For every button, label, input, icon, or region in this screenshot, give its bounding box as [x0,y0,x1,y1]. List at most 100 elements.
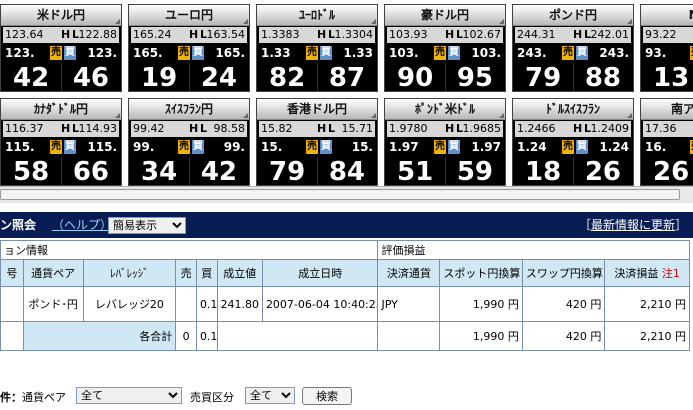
refresh-link[interactable]: 最新情報に更新 [591,218,675,232]
sell-button[interactable]: 売 [434,140,446,154]
rate-tile[interactable]: 豪ドル円 103.93 H L 102.67 103. 売買 103. 90 95 [384,4,506,92]
rate-tile[interactable]: 米ドル円 123.64 H L 122.88 123. 売買 123. 42 46 [0,4,122,92]
ask-pips[interactable]: 95 [457,63,493,91]
high-label: H [573,28,583,41]
sell-button[interactable]: 売 [306,140,318,154]
ask-pips[interactable]: 88 [585,63,621,91]
ask-pips[interactable]: 59 [457,157,493,185]
buy-button[interactable]: 買 [448,140,460,154]
sell-button[interactable]: 売 [562,46,574,60]
sell-button[interactable]: 売 [50,140,62,154]
rate-tile[interactable]: 香港ドル円 15.82 H L 15.71 15. 売買 15. 79 84 [256,98,378,186]
buy-button[interactable]: 買 [192,46,204,60]
sell-button[interactable]: 売 [178,140,190,154]
help-link[interactable]: （ヘルプ） [52,212,112,238]
bid-pips[interactable]: 58 [13,157,49,185]
cell-pl: 2,210 円 [604,286,690,322]
bid-pips[interactable]: 13 [653,63,689,91]
tile-title[interactable]: ﾎﾟﾝﾄﾞ米ﾄﾞﾙ [385,99,505,120]
ask-pips[interactable]: 87 [329,63,365,91]
rate-tile[interactable]: NZﾄ 93.22HL 93.売買 13 [640,4,693,92]
tile-title[interactable]: ｶﾅﾀﾞﾄﾞﾙ円 [1,99,121,120]
high-low-row: 116.37 H L 114.93 [3,121,119,137]
tile-title[interactable]: ポンド円 [513,5,633,26]
col-currency: 決済通貨 [377,259,441,287]
ask-pips[interactable]: 46 [73,63,109,91]
sell-button[interactable]: 売 [434,46,446,60]
tile-title[interactable]: 南アフリカ [641,99,693,120]
pair-name: ｶﾅﾀﾞﾄﾞﾙ円 [33,102,88,116]
high-label: H [189,28,199,41]
high-value: 17.36 [645,122,677,135]
scrollbar-thumb[interactable] [0,189,680,200]
bid-pips[interactable]: 79 [525,63,561,91]
col-leverage: ﾚﾊﾞﾚｯｼﾞ [82,259,177,287]
corner-arrow-icon [243,113,248,118]
bid-pips[interactable]: 18 [525,157,561,185]
note-link[interactable]: 注1 [662,267,680,280]
big-figure-row: 15. 売買 15. [259,139,375,155]
high-low-row: 123.64 H L 122.88 [3,27,119,43]
col-pair: 通貨ペア [22,259,84,287]
low-value: 1.9685 [462,122,502,135]
position-header-bar: ン照会 （ヘルプ） 簡易表示 ［最新情報に更新］ [0,212,693,238]
tile-title[interactable]: 米ドル円 [1,5,121,26]
bid-big-figure: 103. [389,46,419,60]
rate-tile[interactable]: ポンド円 244.31 H L 242.01 243. 売買 243. 79 88 [512,4,634,92]
pair-filter-select[interactable]: 全て [76,387,182,404]
rate-tile[interactable]: 南アフリカ 17.36HL 16.売買 26 [640,98,693,186]
tile-title[interactable]: ﾄﾞﾙｽｲｽﾌﾗﾝ [513,99,633,120]
buy-button[interactable]: 買 [64,140,76,154]
big-figure-row: 1.97 売買 1.97 [387,139,503,155]
bid-pips[interactable]: 82 [269,63,305,91]
bid-pips[interactable]: 26 [653,157,689,185]
tile-title[interactable]: ユーロ円 [129,5,249,26]
sell-button[interactable]: 売 [178,46,190,60]
view-mode-select[interactable]: 簡易表示 [108,217,186,234]
bid-pips[interactable]: 79 [269,157,305,185]
horizontal-scrollbar[interactable] [0,186,693,203]
corner-arrow-icon [627,19,632,24]
search-button[interactable]: 検索 [302,387,352,405]
buy-button[interactable]: 買 [576,46,588,60]
ask-pips[interactable]: 42 [201,157,237,185]
rate-tile[interactable]: ﾎﾟﾝﾄﾞ米ﾄﾞﾙ 1.9780 H L 1.9685 1.97 売買 1.97 51 59 [384,98,506,186]
buy-button[interactable]: 買 [576,140,588,154]
rate-tile[interactable]: ｽｲｽﾌﾗﾝ円 99.42 H L 98.58 99. 売買 99. 34 42 [128,98,250,186]
ask-pips[interactable]: 26 [585,157,621,185]
sell-button[interactable]: 売 [50,46,62,60]
buy-button[interactable]: 買 [448,46,460,60]
tile-title[interactable]: 豪ドル円 [385,5,505,26]
ask-pips[interactable]: 66 [73,157,109,185]
bid-pips[interactable]: 90 [397,63,433,91]
pips-divider [573,63,574,91]
col-spot-jpy: スポット円換算 [439,259,523,287]
search-bar: 件： 通貨ペア 全て 売買区分 全て 検索 [0,386,693,406]
tile-title[interactable]: ﾕｰﾛﾄﾞﾙ [257,5,377,26]
sell-button[interactable]: 売 [306,46,318,60]
bid-pips[interactable]: 19 [141,63,177,91]
tile-title[interactable]: ｽｲｽﾌﾗﾝ円 [129,99,249,120]
ask-pips[interactable]: 24 [201,63,237,91]
total-empty [216,321,379,351]
rate-tile[interactable]: ユーロ円 165.24 H L 163.54 165. 売買 165. 19 24 [128,4,250,92]
bid-pips[interactable]: 42 [13,63,49,91]
tile-title[interactable]: NZﾄ [641,5,693,26]
side-filter-select[interactable]: 全て [245,387,295,404]
side-filter-label: 売買区分 [190,391,234,404]
tile-title[interactable]: 香港ドル円 [257,99,377,120]
col-datetime: 成立日時 [261,259,379,287]
big-figure-row: 99. 売買 99. [131,139,247,155]
buy-button[interactable]: 買 [192,140,204,154]
buy-button[interactable]: 買 [64,46,76,60]
bid-pips[interactable]: 51 [397,157,433,185]
sell-button[interactable]: 売 [562,140,574,154]
rate-tile[interactable]: ﾄﾞﾙｽｲｽﾌﾗﾝ 1.2466 H L 1.2409 1.24 売買 1.24 18 26 [512,98,634,186]
bid-pips[interactable]: 34 [141,157,177,185]
ask-pips[interactable]: 84 [329,157,365,185]
buy-button[interactable]: 買 [320,140,332,154]
rate-tile[interactable]: ｶﾅﾀﾞﾄﾞﾙ円 116.37 H L 114.93 115. 売買 115. 58 66 [0,98,122,186]
rate-tile[interactable]: ﾕｰﾛﾄﾞﾙ 1.3383 H L 1.3304 1.33 売買 1.33 82 87 [256,4,378,92]
buy-button[interactable]: 買 [320,46,332,60]
high-low-row: 1.9780 H L 1.9685 [387,121,503,137]
